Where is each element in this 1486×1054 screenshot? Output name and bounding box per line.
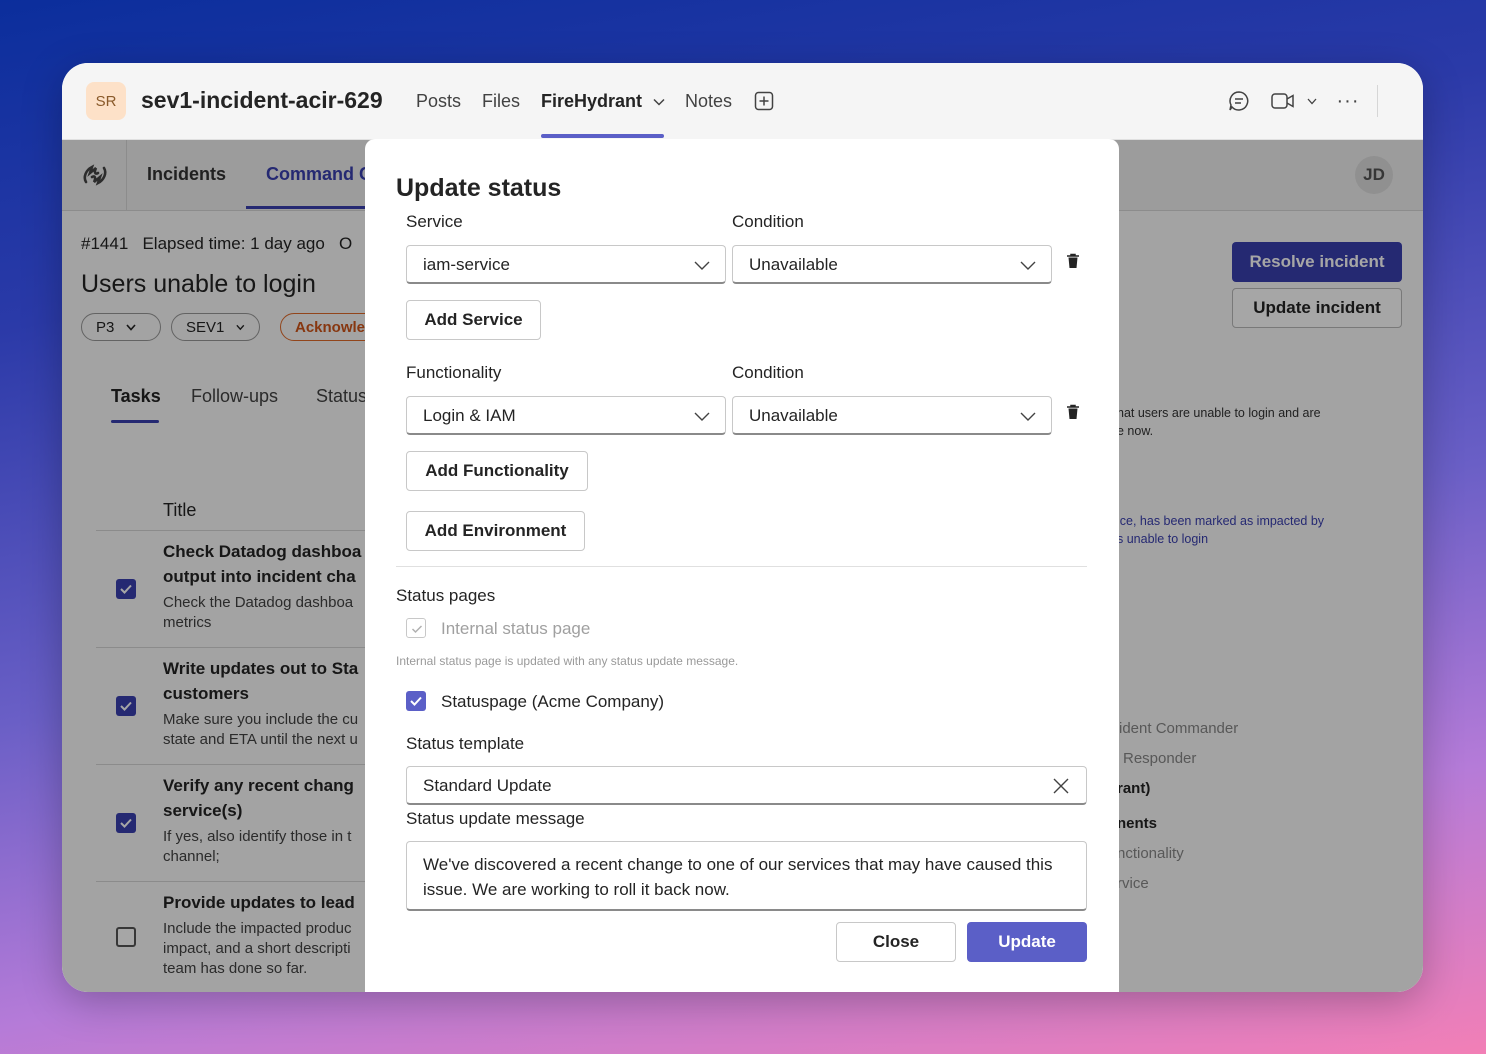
add-service-button[interactable]: Add Service (406, 300, 541, 340)
internal-status-page-checkbox[interactable] (406, 618, 426, 638)
dialog-title: Update status (396, 174, 562, 202)
video-call-icon[interactable] (1271, 91, 1295, 111)
functionality-select-value: Login & IAM (423, 406, 516, 425)
clear-icon[interactable] (1052, 777, 1070, 795)
internal-status-page-hint: Internal status page is updated with any… (396, 654, 739, 668)
functionality-condition-select[interactable]: Unavailable (732, 396, 1052, 435)
chevron-down-icon (653, 99, 665, 106)
teams-header: SR sev1-incident-acir-629 Posts Files Fi… (62, 63, 1423, 140)
tab-posts[interactable]: Posts (416, 91, 461, 112)
close-button[interactable]: Close (836, 922, 956, 962)
service-select[interactable]: iam-service (406, 245, 726, 284)
chat-icon[interactable] (1228, 90, 1250, 112)
update-status-dialog: Update status Service Condition iam-serv… (365, 139, 1119, 992)
active-tab-indicator (541, 134, 664, 138)
chevron-down-icon (1020, 412, 1036, 421)
more-options-icon[interactable]: ··· (1337, 90, 1359, 112)
add-environment-button[interactable]: Add Environment (406, 511, 585, 551)
status-message-textarea[interactable]: We've discovered a recent change to one … (406, 841, 1087, 911)
add-tab-icon[interactable] (754, 91, 774, 111)
teams-window: SR sev1-incident-acir-629 Posts Files Fi… (62, 63, 1423, 992)
add-functionality-button[interactable]: Add Functionality (406, 451, 588, 491)
trash-icon[interactable] (1066, 404, 1080, 420)
status-pages-label: Status pages (396, 586, 496, 605)
tab-firehydrant-label: FireHydrant (541, 91, 643, 111)
tab-files[interactable]: Files (482, 91, 520, 112)
status-message-label: Status update message (406, 809, 585, 828)
checkmark-icon (411, 625, 423, 634)
header-separator (1377, 85, 1378, 117)
service-select-value: iam-service (423, 255, 510, 274)
chevron-down-icon (1020, 261, 1036, 270)
tab-notes[interactable]: Notes (685, 91, 732, 112)
chevron-down-icon (694, 261, 710, 270)
statuspage-label: Statuspage (Acme Company) (441, 692, 664, 711)
checkmark-icon (410, 696, 422, 706)
functionality-label: Functionality (406, 363, 502, 382)
service-label: Service (406, 212, 463, 231)
service-condition-select[interactable]: Unavailable (732, 245, 1052, 284)
chevron-down-icon (694, 412, 710, 421)
status-template-label: Status template (406, 734, 525, 753)
channel-title: sev1-incident-acir-629 (141, 87, 383, 113)
functionality-select[interactable]: Login & IAM (406, 396, 726, 435)
condition-label: Condition (732, 212, 804, 231)
section-divider (396, 566, 1087, 567)
tab-firehydrant[interactable]: FireHydrant (541, 91, 665, 112)
status-template-value: Standard Update (423, 776, 552, 795)
status-template-select[interactable]: Standard Update (406, 766, 1087, 805)
chevron-down-icon[interactable] (1306, 96, 1318, 106)
service-condition-value: Unavailable (749, 255, 838, 274)
condition-label: Condition (732, 363, 804, 382)
statuspage-checkbox[interactable] (406, 691, 426, 711)
functionality-condition-value: Unavailable (749, 406, 838, 425)
update-button[interactable]: Update (967, 922, 1087, 962)
internal-status-page-label: Internal status page (441, 619, 591, 638)
trash-icon[interactable] (1066, 253, 1080, 269)
channel-avatar[interactable]: SR (86, 82, 126, 120)
